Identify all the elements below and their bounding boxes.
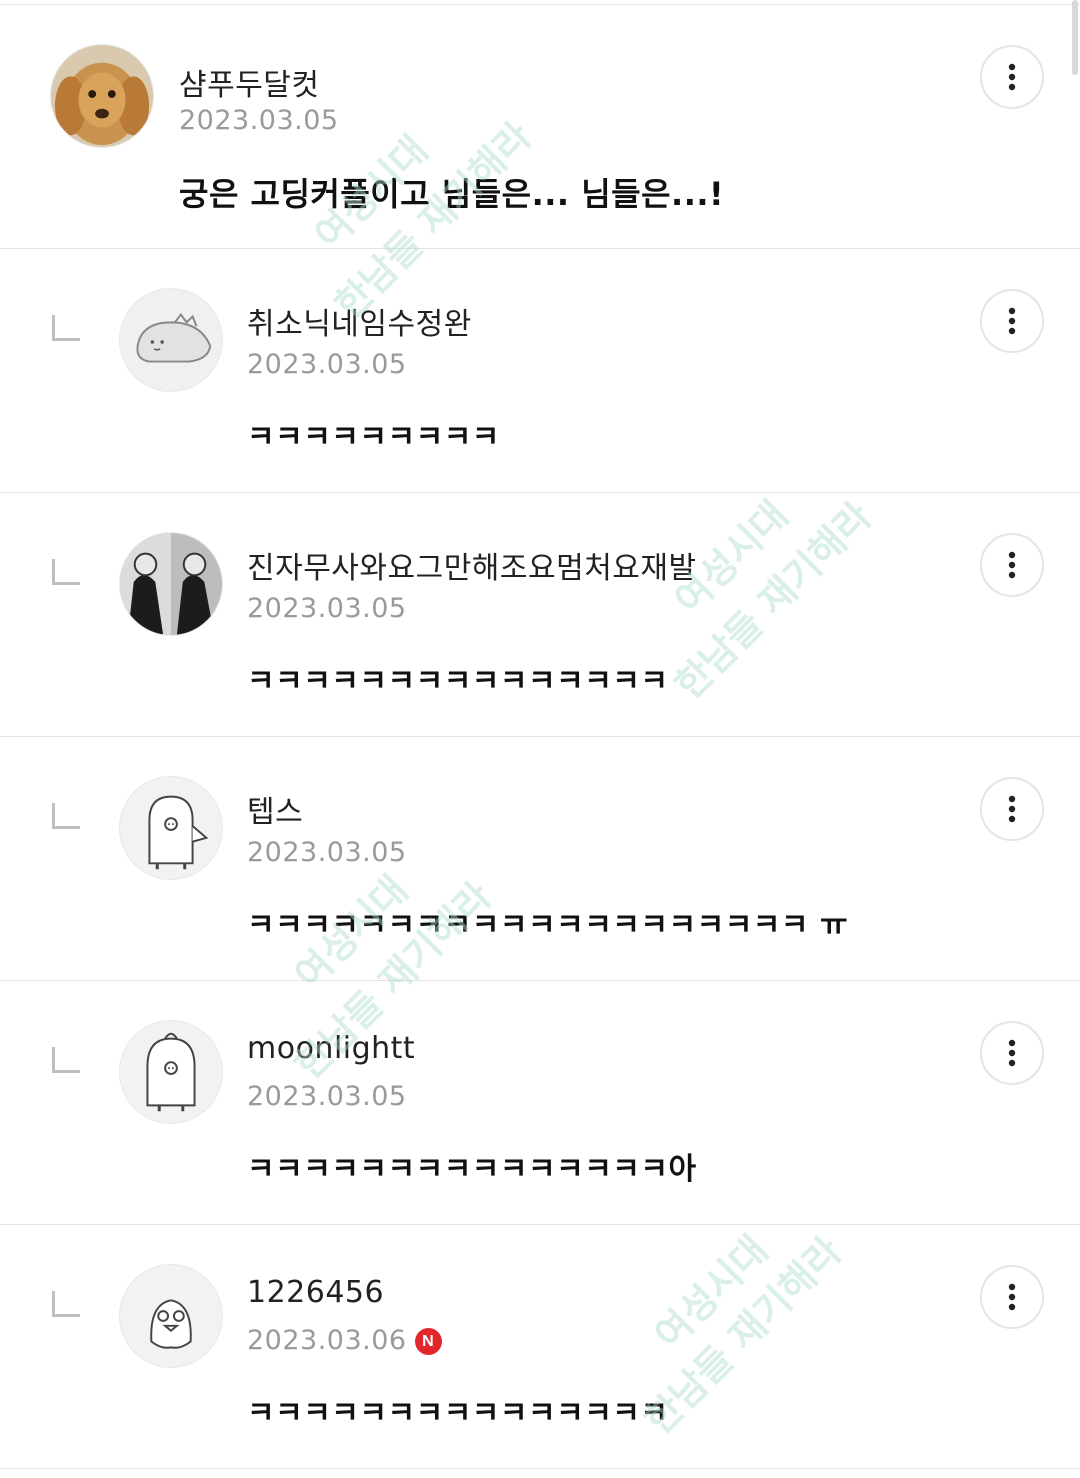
comment-date: 2023.03.06 N [247, 1325, 442, 1356]
more-options-button[interactable] [980, 777, 1044, 841]
more-vertical-icon [1008, 1039, 1016, 1067]
avatar[interactable] [119, 1264, 223, 1368]
reply-item: moonlightt 2023.03.05 ㅋㅋㅋㅋㅋㅋㅋㅋㅋㅋㅋㅋㅋㅋㅋ아 [0, 981, 1080, 1225]
comment-item: 샴푸두달컷 2023.03.05 궁은 고딩커플이고 님들은... 님들은...… [0, 5, 1080, 249]
comment-author[interactable]: 취소닉네임수정완 [247, 299, 472, 343]
more-options-button[interactable] [980, 1021, 1044, 1085]
comment-author[interactable]: moonlightt [247, 1031, 415, 1066]
reply-indicator-icon [52, 1291, 80, 1317]
comment-date: 2023.03.05 [179, 105, 339, 136]
reply-indicator-icon [52, 315, 80, 341]
new-badge: N [414, 1328, 442, 1355]
comment-author[interactable]: 샴푸두달컷 [179, 60, 320, 104]
more-vertical-icon [1008, 1283, 1016, 1311]
reply-indicator-icon [52, 559, 80, 585]
reply-indicator-icon [52, 1047, 80, 1073]
more-vertical-icon [1008, 307, 1016, 335]
comment-date: 2023.03.05 [247, 837, 407, 868]
avatar[interactable] [119, 776, 223, 880]
comment-date-text: 2023.03.06 [247, 1325, 407, 1356]
more-vertical-icon [1008, 551, 1016, 579]
more-options-button[interactable] [980, 1265, 1044, 1329]
avatar[interactable] [119, 1020, 223, 1124]
avatar[interactable] [119, 288, 223, 392]
reply-item: 진자무사와요그만해조요멈처요재발 2023.03.05 ㅋㅋㅋㅋㅋㅋㅋㅋㅋㅋㅋㅋ… [0, 493, 1080, 737]
reply-item: 1226456 2023.03.06 N ㅋㅋㅋㅋㅋㅋㅋㅋㅋㅋㅋㅋㅋㅋㅋ [0, 1225, 1080, 1469]
avatar[interactable] [119, 532, 223, 636]
comment-text: ㅋㅋㅋㅋㅋㅋㅋㅋㅋㅋㅋㅋㅋㅋㅋㅋㅋㅋㅋㅋ ㅠ [247, 908, 849, 943]
reply-item: 텝스 2023.03.05 ㅋㅋㅋㅋㅋㅋㅋㅋㅋㅋㅋㅋㅋㅋㅋㅋㅋㅋㅋㅋ ㅠ [0, 737, 1080, 981]
avatar[interactable] [50, 44, 154, 148]
comment-author[interactable]: 진자무사와요그만해조요멈처요재발 [247, 543, 697, 587]
comment-date: 2023.03.05 [247, 1081, 407, 1112]
comment-text: ㅋㅋㅋㅋㅋㅋㅋㅋㅋ [247, 420, 500, 455]
comment-text: ㅋㅋㅋㅋㅋㅋㅋㅋㅋㅋㅋㅋㅋㅋㅋ아 [247, 1152, 697, 1187]
reply-item: 취소닉네임수정완 2023.03.05 ㅋㅋㅋㅋㅋㅋㅋㅋㅋ [0, 249, 1080, 493]
comment-date: 2023.03.05 [247, 349, 407, 380]
comment-text: ㅋㅋㅋㅋㅋㅋㅋㅋㅋㅋㅋㅋㅋㅋㅋ [247, 1396, 669, 1431]
comment-author[interactable]: 텝스 [247, 787, 303, 831]
comment-text: 궁은 고딩커플이고 님들은... 님들은...! [179, 175, 725, 213]
more-vertical-icon [1008, 63, 1016, 91]
comment-date: 2023.03.05 [247, 593, 407, 624]
comment-author[interactable]: 1226456 [247, 1275, 384, 1310]
more-options-button[interactable] [980, 289, 1044, 353]
more-vertical-icon [1008, 795, 1016, 823]
more-options-button[interactable] [980, 533, 1044, 597]
comment-text: ㅋㅋㅋㅋㅋㅋㅋㅋㅋㅋㅋㅋㅋㅋㅋ [247, 664, 669, 699]
reply-indicator-icon [52, 803, 80, 829]
more-options-button[interactable] [980, 45, 1044, 109]
